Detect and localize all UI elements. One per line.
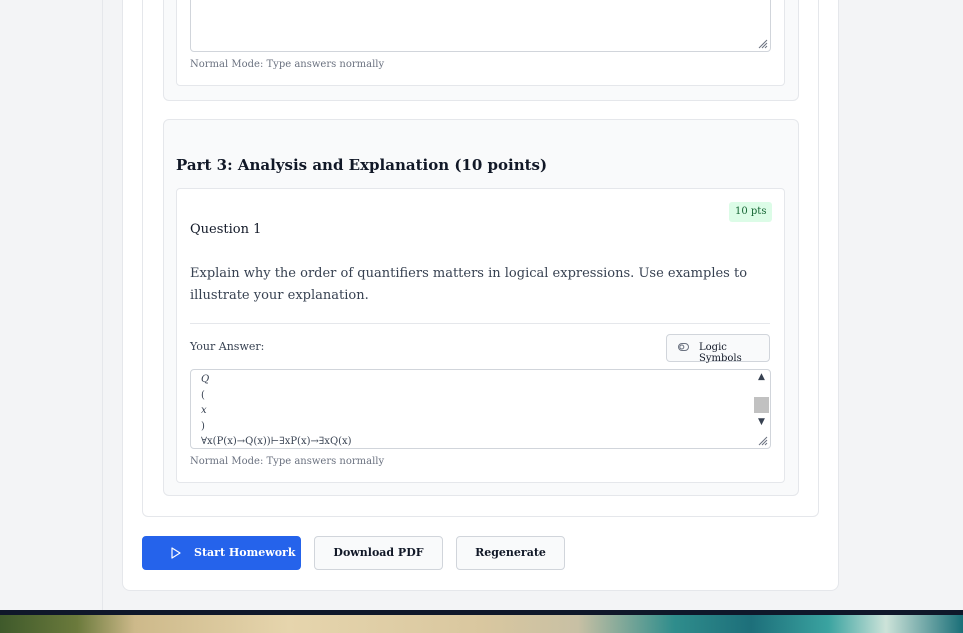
scroll-thumb[interactable] — [754, 397, 769, 413]
toggle-icon — [678, 343, 689, 351]
scroll-down-icon[interactable]: ▼ — [753, 415, 770, 430]
answer-content[interactable]: Q ( x ) ∀x(P(x)→Q(x))⊢∃xP(x)→∃xQ(x) — [201, 372, 352, 448]
divider — [190, 323, 770, 324]
logic-symbols-label: Logic Symbols — [699, 342, 742, 364]
points-badge: 10 pts — [729, 202, 773, 222]
start-homework-button[interactable]: Start Homework — [142, 536, 301, 570]
logic-symbols-button[interactable]: Logic Symbols — [666, 334, 770, 364]
regenerate-button[interactable]: Regenerate — [456, 536, 565, 570]
left-rail — [0, 0, 103, 610]
question-text: Explain why the order of quantifiers mat… — [190, 266, 748, 303]
start-homework-label: Start Homework — [194, 546, 296, 559]
previous-mode-hint: Normal Mode: Type answers normally — [190, 59, 385, 70]
play-icon — [171, 547, 181, 559]
question-number: Question 1 — [190, 222, 262, 237]
scroll-up-icon[interactable]: ▲ — [753, 370, 770, 385]
answer-line: ∀x(P(x)→Q(x))⊢∃xP(x)→∃xQ(x) — [201, 436, 352, 447]
resize-handle-icon[interactable] — [756, 434, 768, 446]
bottom-background-strip — [0, 610, 963, 633]
answer-line: Q — [201, 374, 210, 385]
answer-label: Your Answer: — [190, 340, 265, 353]
answer-line: x — [201, 405, 207, 416]
answer-scrollbar[interactable]: ▲ ▼ — [753, 370, 770, 430]
background-image — [0, 615, 963, 633]
mode-hint: Normal Mode: Type answers normally — [190, 456, 385, 467]
answer-line: ) — [201, 420, 205, 432]
section-title: Part 3: Analysis and Explanation (10 poi… — [176, 156, 548, 174]
answer-line: ( — [201, 389, 205, 401]
answer-textarea[interactable]: Q ( x ) ∀x(P(x)→Q(x))⊢∃xP(x)→∃xQ(x) ▲ ▼ — [190, 369, 771, 449]
previous-answer-textarea[interactable] — [190, 0, 771, 52]
resize-handle-icon[interactable] — [756, 37, 768, 49]
download-pdf-button[interactable]: Download PDF — [314, 536, 443, 570]
